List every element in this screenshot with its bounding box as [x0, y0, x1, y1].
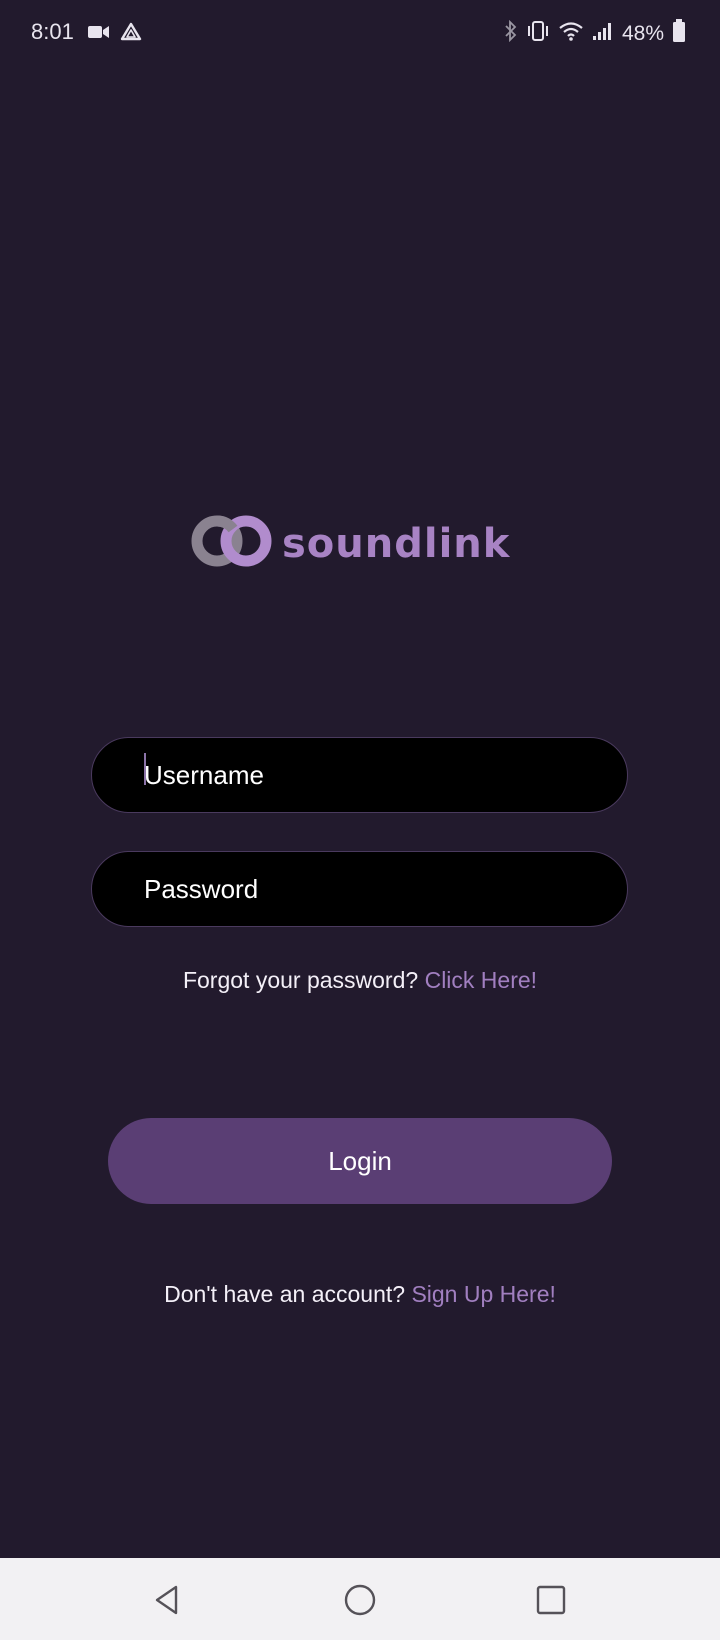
battery-percent: 48% — [621, 21, 664, 45]
status-time: 8:01 — [31, 19, 74, 44]
forgot-password-link[interactable]: Click Here! — [425, 967, 537, 993]
vibrate-icon — [526, 20, 550, 47]
bluetooth-icon — [504, 19, 518, 47]
forgot-password-row: Forgot your password? Click Here! — [0, 967, 720, 994]
username-field-container — [91, 737, 628, 813]
linked-rings-logo-icon — [190, 512, 274, 575]
signup-row: Don't have an account? Sign Up Here! — [0, 1281, 720, 1308]
password-input[interactable] — [92, 852, 627, 926]
logo-wordmark: soundlink — [282, 520, 511, 567]
password-field-container — [91, 851, 628, 927]
home-icon[interactable] — [338, 1578, 382, 1622]
video-camera-icon — [88, 24, 110, 45]
status-left-icons — [88, 22, 142, 47]
app-logo: soundlink — [190, 512, 510, 575]
recents-icon[interactable] — [529, 1578, 573, 1622]
status-right-icons: 48% — [504, 19, 686, 48]
status-bar: 8:01 48% — [0, 0, 720, 66]
battery-icon — [672, 19, 686, 48]
signal-icon — [592, 21, 614, 46]
text-caret — [144, 753, 146, 785]
login-button[interactable]: Login — [108, 1118, 612, 1204]
drive-icon — [120, 22, 142, 47]
username-input[interactable] — [92, 738, 627, 812]
signup-link[interactable]: Sign Up Here! — [411, 1281, 555, 1307]
signup-text: Don't have an account? — [164, 1281, 406, 1307]
system-nav-bar — [0, 1558, 720, 1640]
wifi-icon — [558, 20, 584, 47]
forgot-password-text: Forgot your password? — [182, 967, 419, 993]
back-icon[interactable] — [146, 1578, 190, 1622]
